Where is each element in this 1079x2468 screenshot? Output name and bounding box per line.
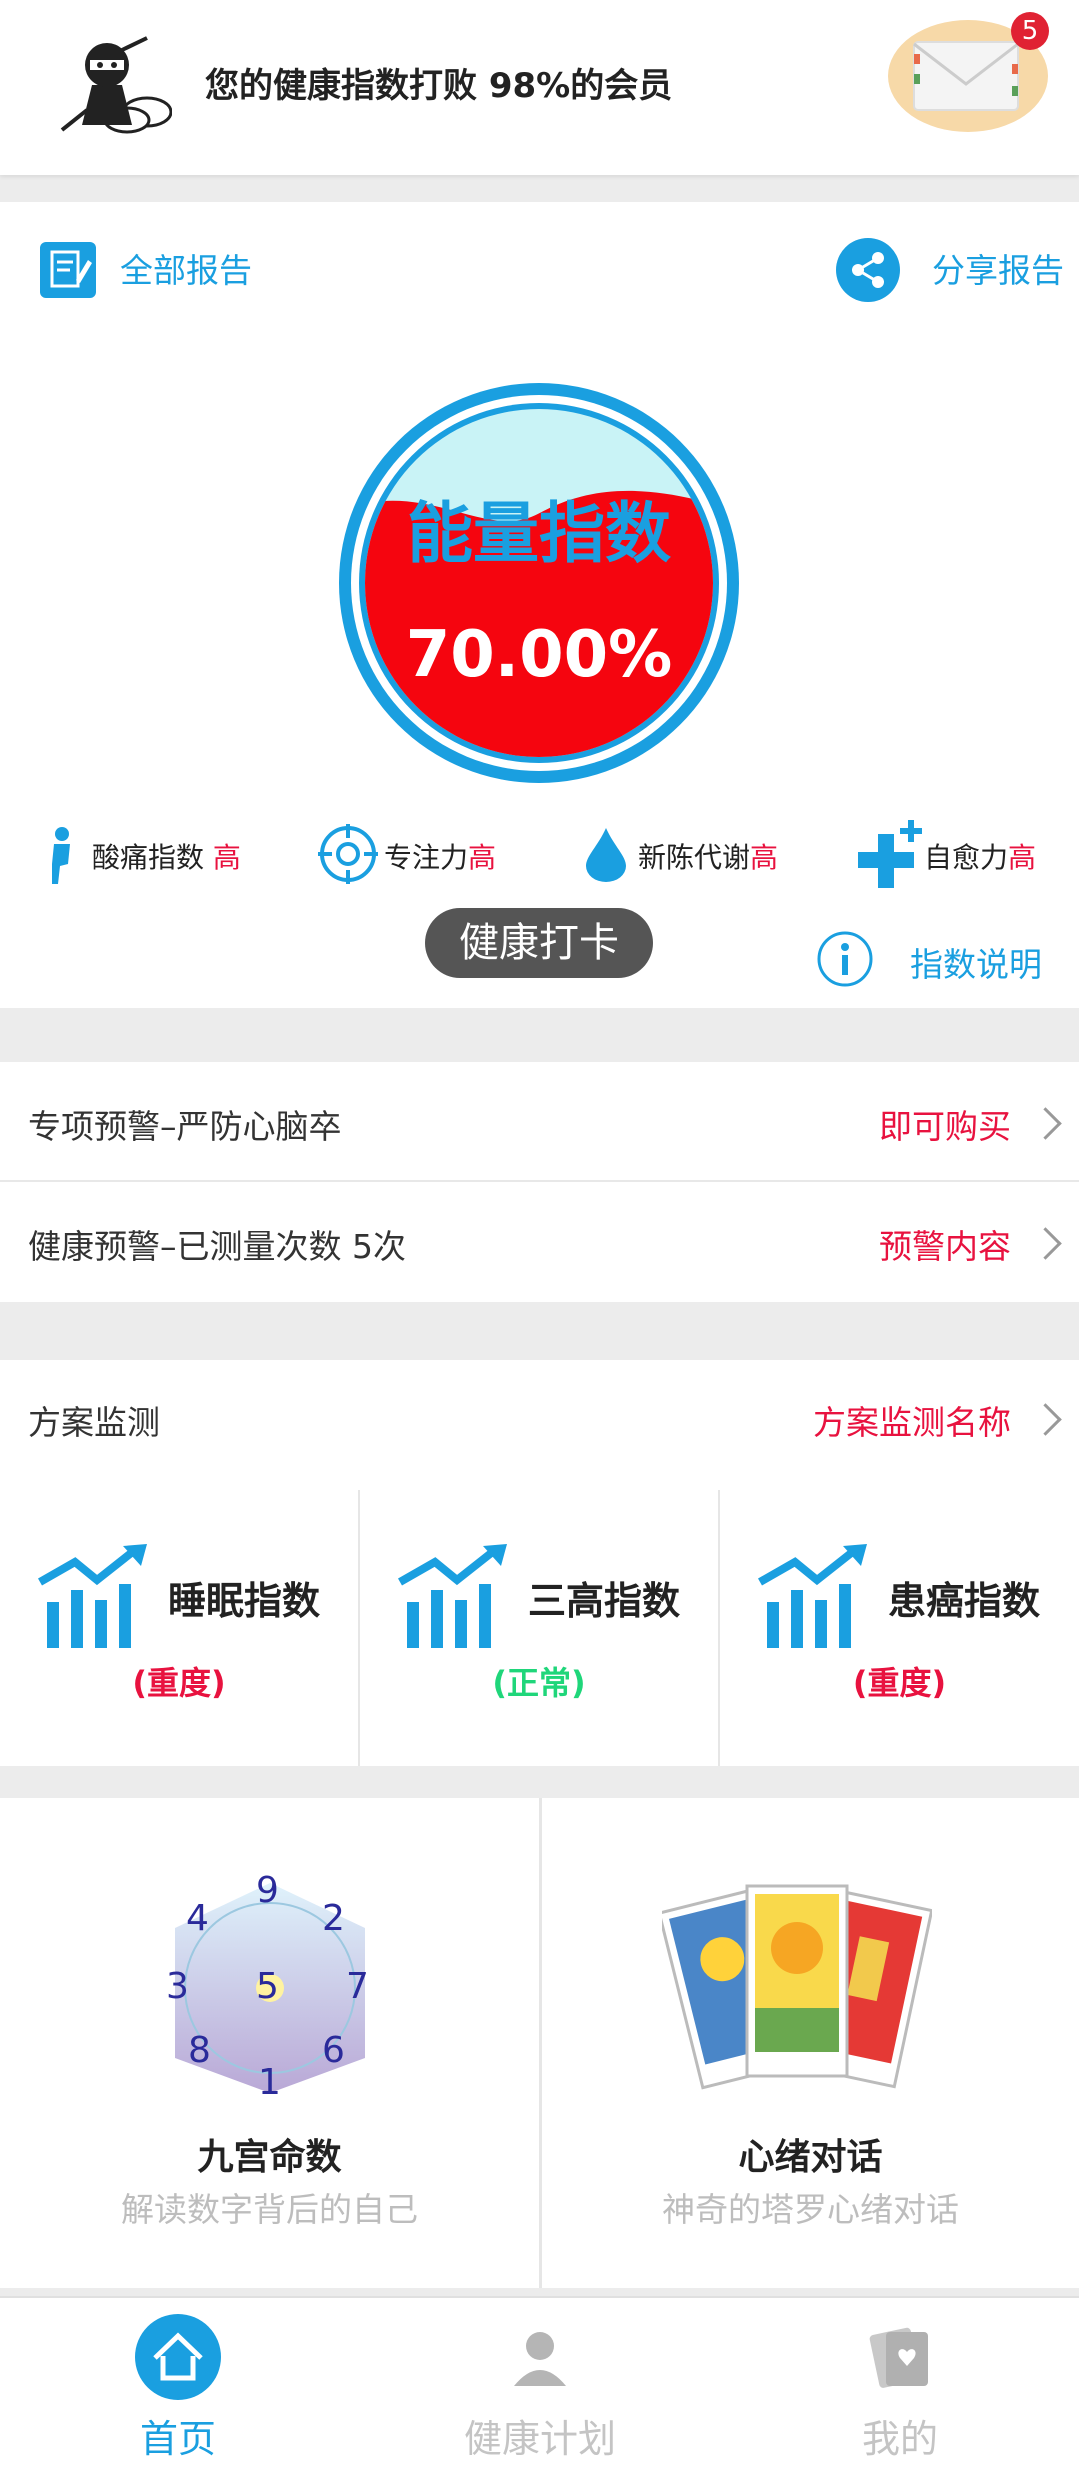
- all-reports-link[interactable]: 全部报告: [120, 244, 252, 292]
- palace-number: 3: [166, 1966, 189, 2007]
- water-drop-icon: [584, 826, 628, 886]
- card-tarot[interactable]: 心绪对话 神奇的塔罗心绪对话: [542, 1798, 1079, 2288]
- indicator-focus: 专注力高: [384, 836, 496, 876]
- palace-number: 4: [186, 1898, 209, 1939]
- palace-number: 7: [346, 1966, 369, 2007]
- plan-monitor-label: 方案监测: [28, 1403, 160, 1442]
- share-report-link[interactable]: 分享报告: [932, 244, 1064, 292]
- chart-trend-icon: [35, 1542, 153, 1656]
- indicator-level: 高: [750, 841, 779, 874]
- nav-health-plan[interactable]: 健康计划: [440, 2408, 640, 2463]
- card-title: 九宫命数: [197, 2137, 342, 2178]
- ninja-avatar-icon[interactable]: [52, 30, 173, 140]
- card-title: 心绪对话: [738, 2137, 883, 2178]
- report-icon[interactable]: [40, 242, 96, 298]
- indicator-label: 自愈力: [924, 841, 1009, 874]
- metric-name: 睡眠指数: [168, 1579, 321, 1623]
- palace-number: 2: [322, 1898, 345, 1939]
- energy-gauge: [334, 378, 744, 788]
- metric-level: (重度): [132, 1664, 226, 1702]
- chart-trend-icon: [755, 1542, 873, 1656]
- metric-name: 患癌指数: [888, 1579, 1041, 1623]
- plan-monitor-row[interactable]: 方案监测 方案监测名称: [0, 1360, 1079, 1490]
- indicator-self-healing: 自愈力高: [924, 836, 1036, 876]
- card-subtitle: 解读数字背后的自己: [121, 2190, 418, 2229]
- tarot-cards-icon: [657, 1878, 934, 2108]
- warning-row-stroke[interactable]: 专项预警–严防心脑卒 即可购买: [0, 1062, 1079, 1180]
- gauge-title: 能量指数: [407, 495, 671, 572]
- metric-cancer[interactable]: 患癌指数 (重度): [720, 1490, 1079, 1766]
- indicator-metabolism: 新陈代谢高: [638, 836, 778, 876]
- nav-mine[interactable]: 我的: [820, 2408, 980, 2463]
- buy-now-link[interactable]: 即可购买: [879, 1100, 1011, 1148]
- palace-number: 6: [322, 2030, 345, 2071]
- metric-level: (正常): [492, 1664, 586, 1702]
- nav-home[interactable]: 首页: [108, 2408, 248, 2463]
- card-subtitle: 神奇的塔罗心绪对话: [662, 2190, 959, 2229]
- notification-badge: 5: [1011, 12, 1049, 50]
- target-icon: [318, 824, 378, 888]
- warning-label: 健康预警–已测量次数 5次: [28, 1227, 406, 1266]
- indicator-level: 高: [468, 841, 497, 874]
- medical-cross-icon: [856, 818, 926, 892]
- chevron-right-icon: [1029, 1107, 1062, 1140]
- palace-number: 5: [256, 1966, 279, 2007]
- indicator-level: 高: [1008, 841, 1037, 874]
- plan-monitor-name-link[interactable]: 方案监测名称: [813, 1396, 1011, 1444]
- indicator-label: 专注力: [384, 841, 469, 874]
- warning-content-link[interactable]: 预警内容: [879, 1220, 1011, 1268]
- indicator-label: 酸痛指数: [92, 841, 213, 874]
- health-rank-message: 您的健康指数打败 98%的会员: [205, 66, 673, 106]
- cards-icon[interactable]: [864, 2322, 934, 2392]
- top-header: 您的健康指数打败 98%的会员 5: [0, 0, 1079, 175]
- warning-row-measure[interactable]: 健康预警–已测量次数 5次 预警内容: [0, 1182, 1079, 1302]
- metric-name: 三高指数: [528, 1579, 681, 1623]
- health-checkin-button[interactable]: 健康打卡: [425, 908, 653, 978]
- index-explain-link[interactable]: 指数说明: [910, 938, 1042, 986]
- warning-label: 专项预警–严防心脑卒: [28, 1107, 342, 1146]
- palace-number: 9: [256, 1870, 279, 1911]
- palace-number: 8: [188, 2030, 211, 2071]
- metric-sleep[interactable]: 睡眠指数 (重度): [0, 1490, 358, 1766]
- palace-number: 1: [258, 2062, 281, 2103]
- back-pain-icon: [40, 826, 80, 890]
- share-icon[interactable]: [836, 238, 900, 302]
- metric-level: (重度): [852, 1664, 947, 1702]
- metric-three-highs[interactable]: 三高指数 (正常): [360, 1490, 718, 1766]
- gauge-value: 70.00%: [405, 618, 673, 692]
- chevron-right-icon: [1029, 1227, 1062, 1260]
- info-icon[interactable]: [816, 930, 874, 992]
- indicator-level: 高: [212, 841, 241, 874]
- indicator-label: 新陈代谢: [638, 841, 751, 874]
- chart-trend-icon: [395, 1542, 513, 1656]
- indicator-acid-pain: 酸痛指数 高: [92, 836, 241, 876]
- person-icon[interactable]: [508, 2326, 572, 2390]
- card-nine-palace[interactable]: 9 4 2 3 5 7 8 6 1 九宫命数 解读数字背后的自己: [0, 1798, 539, 2288]
- home-icon[interactable]: [135, 2314, 221, 2400]
- chevron-right-icon: [1029, 1403, 1062, 1436]
